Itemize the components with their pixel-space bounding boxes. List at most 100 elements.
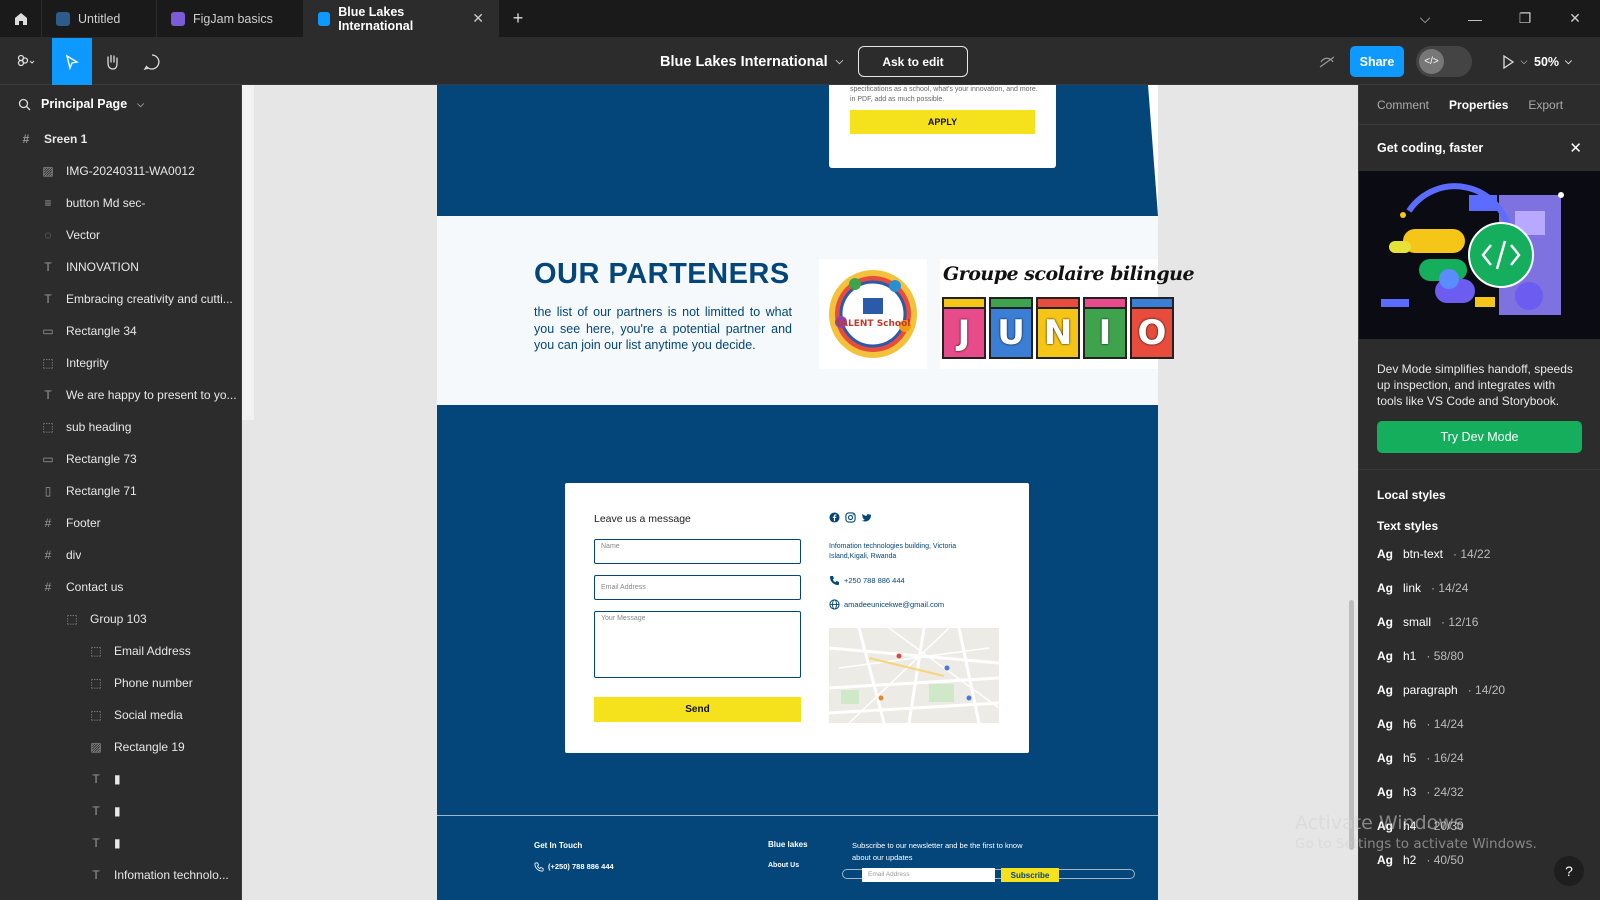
page-selector[interactable]: Principal Page ⌵ bbox=[0, 85, 241, 123]
text-style-meta: · 16/24 bbox=[1426, 751, 1464, 765]
text-style-row[interactable]: Ag h5 · 16/24 bbox=[1359, 741, 1600, 775]
apply-button[interactable]: APPLY bbox=[850, 110, 1035, 134]
tab-properties[interactable]: Properties bbox=[1449, 98, 1508, 112]
text-icon: T bbox=[92, 804, 100, 818]
close-icon[interactable]: ✕ bbox=[1569, 139, 1582, 157]
text-style-row[interactable]: Ag paragraph · 14/20 bbox=[1359, 673, 1600, 707]
layer-label: We are happy to present to yo... bbox=[66, 388, 237, 402]
zoom-menu[interactable]: 50% ⌵ bbox=[1534, 55, 1588, 69]
block-letter: O bbox=[1130, 307, 1174, 359]
layer-row[interactable]: T Embracing creativity and cutti... bbox=[0, 283, 241, 315]
phone-text: +250 788 886 444 bbox=[844, 576, 905, 585]
chevron-down-icon[interactable]: ⌵ bbox=[1400, 0, 1450, 37]
maximize-button[interactable]: ❐ bbox=[1500, 0, 1550, 37]
layer-row[interactable]: # div bbox=[0, 539, 241, 571]
layer-row[interactable]: ⬚ Social media bbox=[0, 699, 241, 731]
layer-row[interactable]: T ▮ bbox=[0, 763, 241, 795]
close-tab-icon[interactable]: ✕ bbox=[472, 10, 484, 27]
tab-label: Untitled bbox=[78, 11, 121, 26]
layer-row[interactable]: T Infomation technolo... bbox=[0, 859, 241, 891]
layer-row[interactable]: ⬚ Email Address bbox=[0, 635, 241, 667]
hand-tool[interactable] bbox=[92, 38, 132, 85]
rectangle-icon: ▯ bbox=[44, 484, 52, 498]
layer-list: # Sreen 1 ▨ IMG-20240311-WA0012 ≡ button Md s… bbox=[0, 123, 241, 891]
figma-app: Untitled FigJam basics Blue Lakes Intern… bbox=[0, 0, 1600, 900]
text-style-meta: · 24/32 bbox=[1426, 785, 1464, 799]
comment-tool[interactable] bbox=[132, 38, 172, 85]
text-style-row[interactable]: Ag h1 · 58/80 bbox=[1359, 639, 1600, 673]
hand-icon bbox=[107, 54, 118, 70]
new-tab-button[interactable]: + bbox=[499, 0, 537, 37]
layer-row[interactable]: ⬚ Integrity bbox=[0, 347, 241, 379]
layer-row[interactable]: # Sreen 1 bbox=[0, 123, 241, 155]
home-button[interactable] bbox=[0, 0, 42, 37]
layer-row[interactable]: ◌ Vector bbox=[0, 219, 241, 251]
share-button[interactable]: Share bbox=[1350, 46, 1404, 77]
layer-row[interactable]: ▭ Rectangle 73 bbox=[0, 443, 241, 475]
layer-row[interactable]: # Footer bbox=[0, 507, 241, 539]
layer-row[interactable]: ≡ button Md sec- bbox=[0, 187, 241, 219]
text-style-icon: Ag bbox=[1377, 785, 1393, 799]
layer-row[interactable]: ▨ IMG-20240311-WA0012 bbox=[0, 155, 241, 187]
text-style-row[interactable]: Ag small · 12/16 bbox=[1359, 605, 1600, 639]
tab-untitled[interactable]: Untitled bbox=[42, 0, 157, 37]
footer-about-us[interactable]: About Us bbox=[768, 862, 799, 869]
tab-blue-lakes[interactable]: Blue Lakes International ✕ bbox=[304, 0, 499, 37]
layer-label: Rectangle 34 bbox=[66, 324, 137, 338]
hidden-eye-icon[interactable] bbox=[1318, 55, 1336, 69]
facebook-icon[interactable] bbox=[829, 512, 840, 523]
canvas[interactable]: specifications as a school, what's your … bbox=[242, 85, 1358, 900]
globe-icon bbox=[829, 599, 840, 610]
try-dev-mode-button[interactable]: Try Dev Mode bbox=[1377, 421, 1582, 453]
design-frame[interactable]: specifications as a school, what's your … bbox=[437, 85, 1195, 900]
subscribe-button[interactable]: Subscribe bbox=[1001, 868, 1059, 882]
apply-section: specifications as a school, what's your … bbox=[437, 85, 1158, 216]
address-text: Infomation technologies building, Victor… bbox=[829, 543, 957, 560]
layer-row[interactable]: ▯ Rectangle 71 bbox=[0, 475, 241, 507]
layer-row[interactable]: ▭ Rectangle 34 bbox=[0, 315, 241, 347]
layer-row[interactable]: T INNOVATION bbox=[0, 251, 241, 283]
text-style-icon: Ag bbox=[1377, 581, 1393, 595]
text-style-row[interactable]: Ag h6 · 14/24 bbox=[1359, 707, 1600, 741]
group-icon: ⬚ bbox=[90, 708, 102, 722]
file-name-menu[interactable]: Blue Lakes International ⌵ bbox=[660, 38, 843, 85]
ask-to-edit-button[interactable]: Ask to edit bbox=[858, 46, 968, 77]
twitter-icon[interactable] bbox=[861, 512, 872, 523]
layer-label: Phone number bbox=[114, 676, 193, 690]
rectangle-icon: ▭ bbox=[42, 324, 54, 338]
instagram-icon[interactable] bbox=[845, 512, 856, 523]
layer-row[interactable]: T ▮ bbox=[0, 827, 241, 859]
image-icon: ▨ bbox=[90, 740, 102, 754]
layer-row[interactable]: ▨ Rectangle 19 bbox=[0, 731, 241, 763]
move-tool[interactable] bbox=[52, 38, 92, 85]
tab-comment[interactable]: Comment bbox=[1377, 98, 1429, 112]
main-menu-button[interactable] bbox=[0, 38, 52, 85]
newsletter-email-input[interactable]: Email Address bbox=[862, 868, 995, 882]
message-field[interactable]: Your Message bbox=[594, 611, 801, 678]
text-style-icon: Ag bbox=[1377, 547, 1393, 561]
text-style-row[interactable]: Ag btn-text · 14/22 bbox=[1359, 537, 1600, 571]
minimize-button[interactable]: — bbox=[1450, 0, 1500, 37]
name-field[interactable]: Name bbox=[594, 539, 801, 564]
cursor-icon bbox=[65, 54, 79, 70]
layer-row[interactable]: ⬚ sub heading bbox=[0, 411, 241, 443]
text-style-name: small bbox=[1403, 615, 1432, 629]
properties-panel: Comment Properties Export Get coding, fa… bbox=[1358, 85, 1600, 900]
social-links bbox=[829, 512, 872, 523]
tab-export[interactable]: Export bbox=[1528, 98, 1563, 112]
send-button[interactable]: Send bbox=[594, 697, 801, 722]
text-style-row[interactable]: Ag h3 · 24/32 bbox=[1359, 775, 1600, 809]
layer-row[interactable]: T We are happy to present to yo... bbox=[0, 379, 241, 411]
help-button[interactable]: ? bbox=[1554, 856, 1584, 886]
layer-row[interactable]: T ▮ bbox=[0, 795, 241, 827]
dev-mode-description: Dev Mode simplifies handoff, speeds up i… bbox=[1377, 362, 1573, 408]
layer-row[interactable]: ⬚ Phone number bbox=[0, 667, 241, 699]
layer-row[interactable]: # Contact us bbox=[0, 571, 241, 603]
layer-row[interactable]: ⬚ Group 103 bbox=[0, 603, 241, 635]
dev-mode-toggle[interactable]: </> bbox=[1416, 46, 1472, 77]
present-button[interactable]: ⌵ bbox=[1494, 54, 1534, 69]
email-field[interactable]: Email Address bbox=[594, 575, 801, 600]
close-window-button[interactable]: ✕ bbox=[1550, 0, 1600, 37]
text-style-row[interactable]: Ag link · 14/24 bbox=[1359, 571, 1600, 605]
tab-figjam-basics[interactable]: FigJam basics bbox=[157, 0, 304, 37]
